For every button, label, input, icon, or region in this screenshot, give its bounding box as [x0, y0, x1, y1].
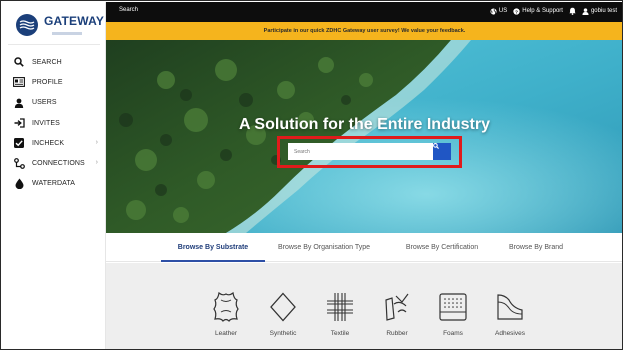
checkbox-icon	[12, 136, 26, 150]
substrate-textile[interactable]: Textile	[315, 287, 365, 337]
substrate-synthetic[interactable]: Synthetic	[258, 287, 308, 337]
top-bar: Search US ? Help & Support gobiu test	[106, 2, 622, 22]
help-support-link[interactable]: ? Help & Support	[513, 7, 563, 15]
sidebar-item-profile[interactable]: PROFILE	[2, 72, 106, 92]
textile-weave-icon	[320, 287, 360, 327]
sidebar-item-label: PROFILE	[32, 78, 63, 86]
sidebar-divider	[8, 44, 100, 45]
diamond-icon	[263, 287, 303, 327]
hero-search-highlight	[277, 136, 462, 168]
sidebar-item-label: SEARCH	[32, 58, 62, 66]
user-icon	[582, 7, 589, 15]
sidebar-item-users[interactable]: USERS	[2, 93, 106, 113]
logo-wordmark: GATEWAY	[44, 14, 105, 28]
sidebar-item-label: INVITES	[32, 119, 60, 127]
sidebar-item-waterdata[interactable]: WATERDATA	[2, 174, 106, 194]
tab-label: Browse By Certification	[405, 244, 479, 251]
tab-browse-by-brand[interactable]: Browse By Brand	[500, 233, 572, 262]
substrate-label: Leather	[214, 330, 238, 337]
sidebar-item-connections[interactable]: CONNECTIONS ›	[2, 153, 106, 173]
bell-icon	[569, 7, 576, 15]
logo-tagline	[52, 32, 82, 35]
help-label: Help & Support	[522, 8, 563, 14]
water-drop-icon	[12, 177, 26, 191]
user-menu[interactable]: gobiu test	[582, 7, 617, 15]
substrate-rubber[interactable]: Rubber	[372, 287, 422, 337]
sidebar: GATEWAY SEARCH PROFILE USERS INVITES INC…	[2, 2, 106, 349]
sidebar-item-label: CONNECTIONS	[32, 160, 85, 168]
foam-icon	[433, 287, 473, 327]
search-icon	[433, 143, 439, 149]
user-icon	[12, 96, 26, 110]
substrate-label: Rubber	[386, 330, 408, 337]
hero-search-input[interactable]	[288, 143, 433, 160]
substrate-label: Adhesives	[495, 330, 525, 337]
sidebar-item-invites[interactable]: INVITES	[2, 113, 106, 133]
active-tab-indicator	[161, 260, 265, 262]
tab-browse-by-certification[interactable]: Browse By Certification	[392, 233, 492, 262]
substrate-adhesives[interactable]: Adhesives	[485, 287, 535, 337]
tab-label: Browse By Substrate	[177, 244, 249, 251]
chevron-right-icon: ›	[95, 139, 98, 147]
region-label: US	[498, 8, 508, 14]
sidebar-item-search[interactable]: SEARCH	[2, 52, 106, 72]
chevron-right-icon: ›	[95, 159, 98, 167]
substrate-list: Leather Synthetic Textile Rubber Foams A…	[106, 263, 622, 349]
substrate-label: Foams	[443, 330, 463, 337]
sidebar-item-label: INCHECK	[32, 139, 65, 147]
app-window: GATEWAY SEARCH PROFILE USERS INVITES INC…	[0, 0, 623, 350]
substrate-foams[interactable]: Foams	[428, 287, 478, 337]
connections-icon	[12, 157, 26, 171]
adhesive-icon	[490, 287, 530, 327]
sidebar-item-label: USERS	[32, 99, 57, 107]
notifications-button[interactable]	[569, 7, 576, 15]
sign-in-icon	[12, 116, 26, 130]
top-bar-actions: US ? Help & Support gobiu test	[490, 7, 617, 15]
svg-text:?: ?	[515, 9, 518, 15]
sidebar-item-incheck[interactable]: INCHECK ›	[2, 133, 106, 153]
hero-search-button[interactable]	[433, 143, 451, 160]
hero-title: A Solution for the Entire Industry	[239, 116, 490, 133]
browse-tabs: Browse By Substrate Browse By Organisati…	[106, 233, 622, 262]
help-circle-icon: ?	[513, 7, 520, 15]
gateway-logo[interactable]: GATEWAY	[8, 8, 105, 42]
rubber-icon	[377, 287, 417, 327]
tab-browse-by-organisation-type[interactable]: Browse By Organisation Type	[266, 233, 382, 262]
substrate-label: Textile	[330, 330, 350, 337]
survey-banner-text: Participate in our quick ZDHC Gateway us…	[263, 28, 466, 34]
tab-label: Browse By Organisation Type	[277, 244, 371, 251]
user-name: gobiu test	[590, 8, 617, 14]
logo-waves-icon	[16, 14, 38, 36]
page-title: Search	[119, 7, 139, 13]
hero-section: A Solution for the Entire Industry	[106, 40, 622, 233]
globe-icon	[490, 7, 497, 15]
survey-banner[interactable]: Participate in our quick ZDHC Gateway us…	[106, 22, 622, 40]
search-icon	[12, 55, 26, 69]
sidebar-menu: SEARCH PROFILE USERS INVITES INCHECK › C…	[2, 52, 106, 194]
leather-hide-icon	[206, 287, 246, 327]
id-card-icon	[12, 75, 26, 89]
substrate-label: Synthetic	[269, 330, 297, 337]
tab-browse-by-substrate[interactable]: Browse By Substrate	[161, 233, 265, 262]
tab-label: Browse By Brand	[508, 244, 564, 251]
sidebar-item-label: WATERDATA	[32, 180, 76, 188]
substrate-leather[interactable]: Leather	[201, 287, 251, 337]
region-selector[interactable]: US	[490, 7, 508, 15]
